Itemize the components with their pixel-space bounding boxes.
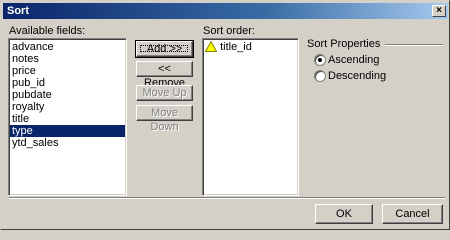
available-fields-label: Available fields: (9, 25, 86, 37)
sort-order-item[interactable]: title_id (205, 41, 252, 53)
radio-dot (318, 58, 322, 62)
sort-order-item-label: title_id (220, 41, 252, 53)
ascending-radio[interactable] (314, 54, 326, 66)
sort-dialog: Sort × Available fields: advance notes pri… (0, 0, 450, 230)
available-field-item[interactable]: type (10, 125, 125, 137)
available-field-item[interactable]: advance (10, 41, 125, 53)
focus-rect (140, 45, 188, 52)
move-down-button[interactable]: Move Down (136, 105, 193, 133)
available-field-item[interactable]: royalty (10, 101, 125, 113)
title-bar[interactable]: Sort × (3, 3, 448, 19)
ascending-label[interactable]: Ascending (328, 54, 379, 66)
remove-button[interactable]: << Remove (136, 61, 193, 89)
available-field-item[interactable]: ytd_sales (10, 137, 125, 149)
ok-button[interactable]: OK (315, 204, 373, 224)
available-field-item[interactable]: pubdate (10, 89, 125, 101)
sort-order-list[interactable]: title_id (202, 38, 299, 196)
available-fields-list[interactable]: advance notes price pub_id pubdate royalty tit… (8, 38, 127, 196)
warning-triangle-icon (205, 41, 217, 52)
add-button[interactable]: Add >> (135, 40, 194, 58)
descending-radio[interactable] (314, 70, 326, 82)
available-field-item[interactable]: title (10, 113, 125, 125)
window-title: Sort (7, 5, 29, 17)
move-up-button-label: Move Up (142, 87, 187, 99)
available-field-item[interactable]: pub_id (10, 77, 125, 89)
available-field-item[interactable]: notes (10, 53, 125, 65)
cancel-button[interactable]: Cancel (382, 204, 443, 224)
move-up-button[interactable]: Move Up (136, 85, 193, 101)
available-field-item[interactable]: price (10, 65, 125, 77)
bottom-divider (9, 197, 445, 199)
cancel-button-label: Cancel (395, 208, 430, 220)
ok-button-label: OK (336, 208, 352, 220)
sort-order-label: Sort order: (203, 25, 255, 37)
sort-properties-label: Sort Properties (307, 38, 381, 50)
close-icon: × (436, 5, 442, 16)
close-button[interactable]: × (432, 5, 446, 17)
move-down-button-label: Move Down (150, 107, 179, 133)
group-divider (385, 44, 443, 46)
descending-label[interactable]: Descending (328, 70, 386, 82)
